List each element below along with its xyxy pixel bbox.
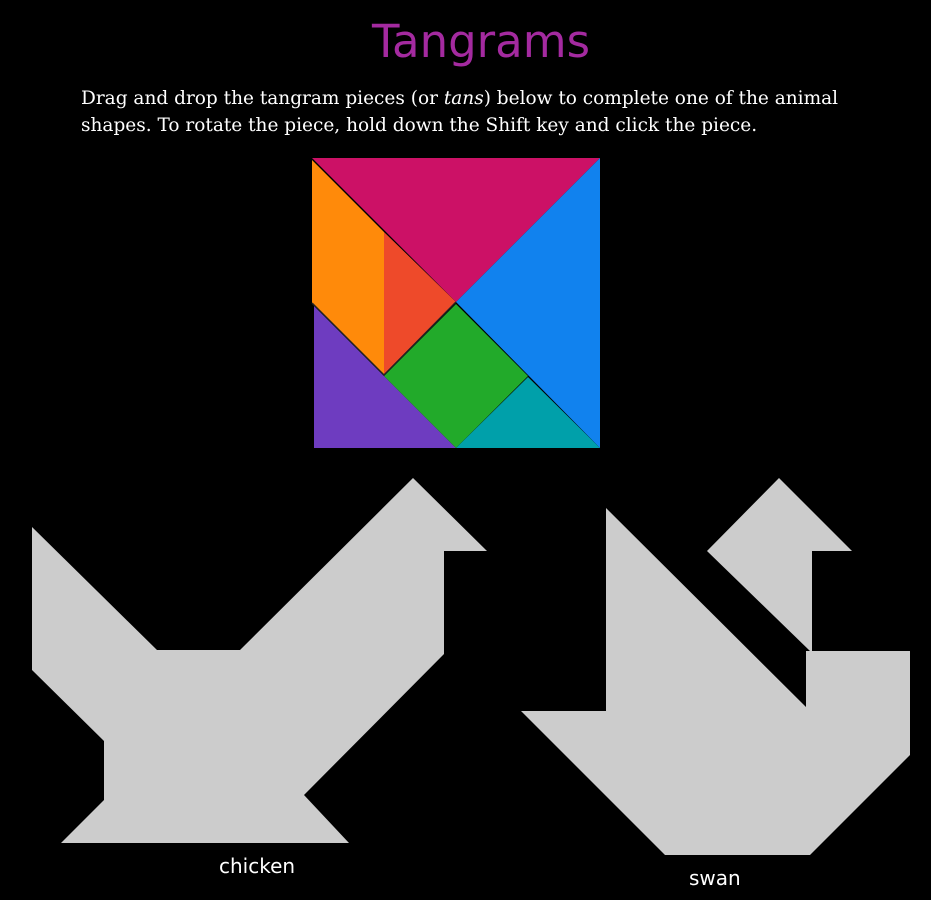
tangram-page: Tangrams Drag and drop the tangram piece… xyxy=(0,0,931,900)
swan-silhouette xyxy=(521,478,910,855)
swan-label: swan xyxy=(689,866,741,890)
tangram-pieces xyxy=(311,158,600,448)
swan-shape xyxy=(521,478,910,855)
chicken-silhouette xyxy=(32,478,487,843)
chicken-label: chicken xyxy=(219,854,296,878)
chicken-shape xyxy=(32,478,487,843)
tangram-board xyxy=(32,158,910,855)
